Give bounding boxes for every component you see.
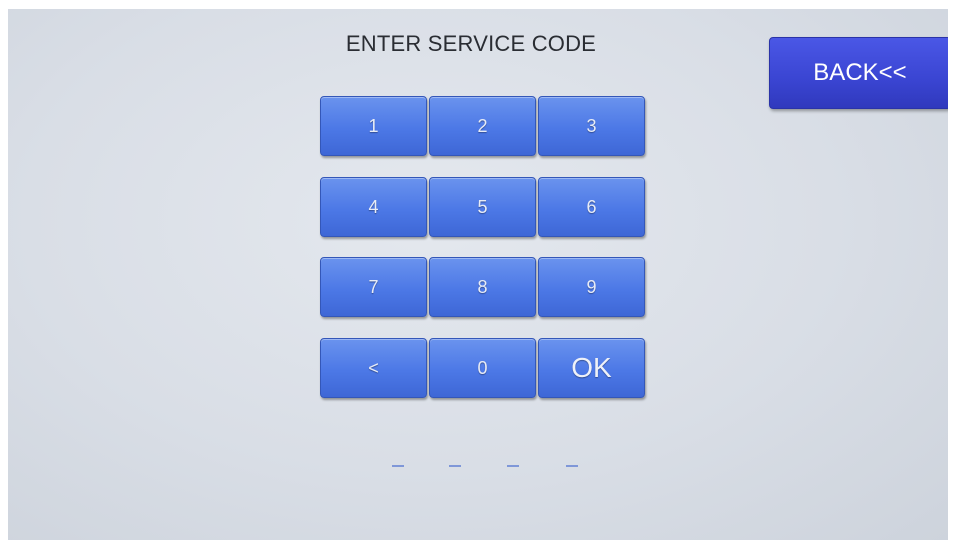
code-slot-4 [566,465,578,467]
code-slot-2 [449,465,461,467]
key-0[interactable]: 0 [429,338,536,398]
key-9[interactable]: 9 [538,257,645,317]
back-button[interactable]: BACK<< [769,37,948,109]
key-1[interactable]: 1 [320,96,427,156]
key-8[interactable]: 8 [429,257,536,317]
page-title-text: ENTER SERVICE CODE [345,31,597,56]
key-2[interactable]: 2 [429,96,536,156]
key-3[interactable]: 3 [538,96,645,156]
key-5[interactable]: 5 [429,177,536,237]
backspace-key[interactable]: < [320,338,427,398]
service-code-screen: ENTER SERVICE CODE BACK<< 1 2 3 4 5 6 7 … [8,9,948,540]
key-7[interactable]: 7 [320,257,427,317]
key-6[interactable]: 6 [538,177,645,237]
key-4[interactable]: 4 [320,177,427,237]
ok-button[interactable]: OK [538,338,645,398]
code-slot-3 [507,465,519,467]
code-slot-1 [392,465,404,467]
